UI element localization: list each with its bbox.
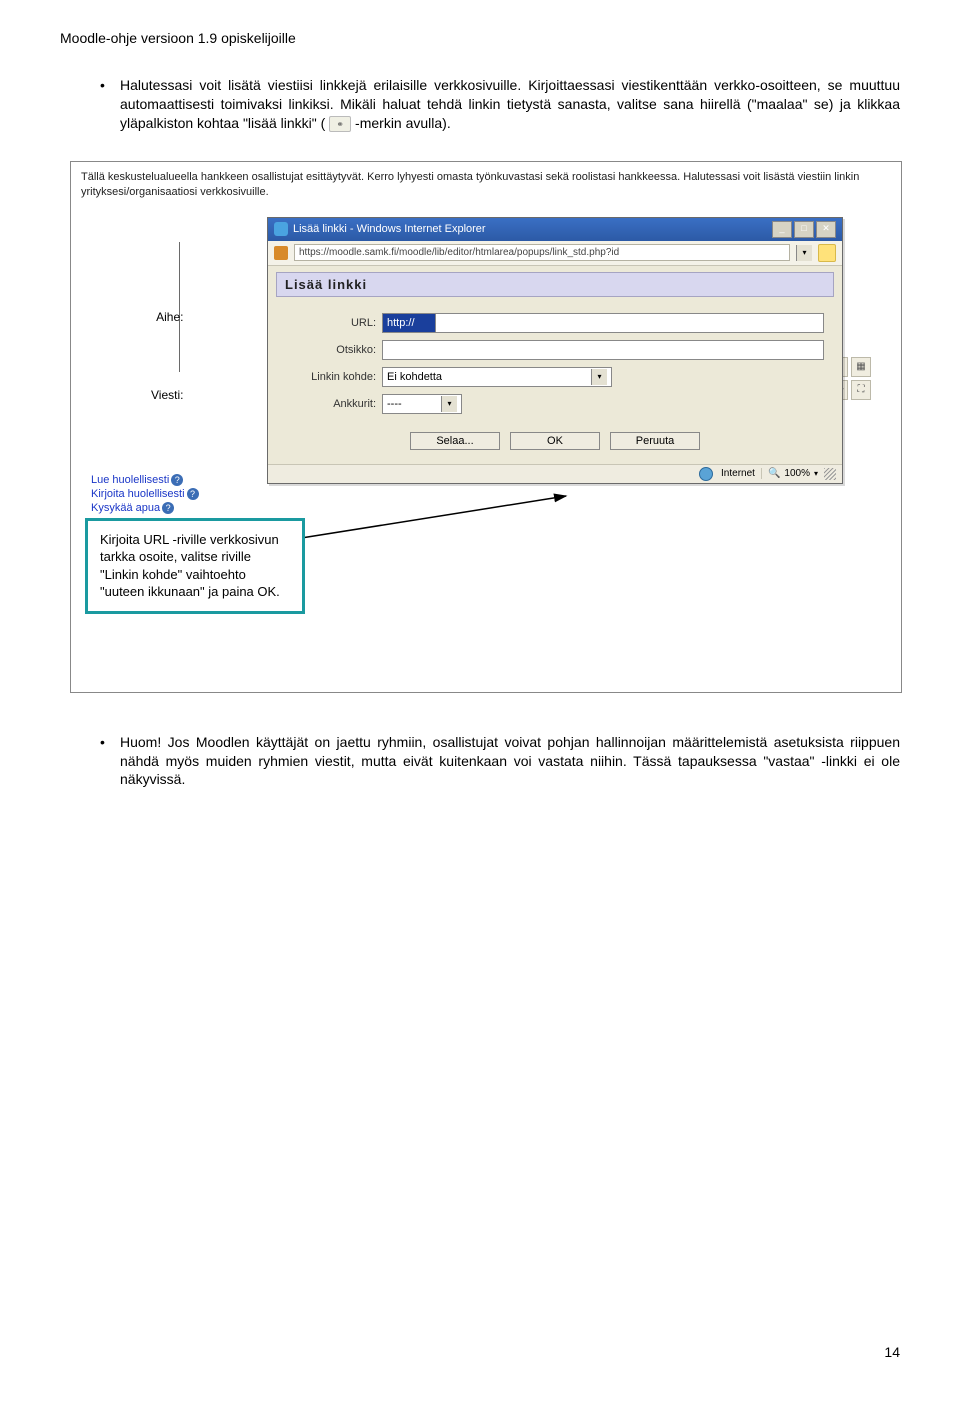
bullet-dot: • <box>100 733 120 790</box>
dialog-title: Lisää linkki - Windows Internet Explorer <box>293 223 486 235</box>
dialog-statusbar: Internet 🔍 100% ▾ <box>268 464 842 483</box>
bullet1-part1: Halutessasi voit lisätä viestiisi linkke… <box>120 77 900 131</box>
url-label: URL: <box>286 317 382 329</box>
title-input[interactable] <box>382 340 824 360</box>
chain-link-icon: ⚭ <box>329 116 351 132</box>
zone-label: Internet <box>721 468 755 479</box>
title-label: Otsikko: <box>286 344 382 356</box>
help-link-3[interactable]: Kysykää apua? <box>91 502 199 514</box>
help-link-1[interactable]: Lue huolellisesti? <box>91 474 199 486</box>
zoom-value: 100% <box>784 468 810 479</box>
label-viesti: Viesti: <box>151 388 183 402</box>
cancel-button[interactable]: Peruuta <box>610 432 700 450</box>
bullet-dot: • <box>100 76 120 133</box>
anchor-label: Ankkurit: <box>286 398 382 410</box>
url-input-rest[interactable] <box>436 313 824 333</box>
screenshot-area: Tällä keskustelualueella hankkeen osalli… <box>70 161 902 693</box>
address-input[interactable]: https://moodle.samk.fi/moodle/lib/editor… <box>294 244 790 261</box>
intro-text: Tällä keskustelualueella hankkeen osalli… <box>81 170 891 201</box>
bullet2-text: Huom! Jos Moodlen käyttäjät on jaettu ry… <box>120 733 900 790</box>
help-icon: ? <box>187 488 199 500</box>
bullet-item-2: • Huom! Jos Moodlen käyttäjät on jaettu … <box>100 733 900 790</box>
help-link-2[interactable]: Kirjoita huolellisesti? <box>91 488 199 500</box>
ie-icon <box>274 222 288 236</box>
anchor-select[interactable]: ---- ▾ <box>382 394 462 414</box>
maximize-button[interactable]: □ <box>794 221 814 238</box>
insert-link-dialog: Lisää linkki - Windows Internet Explorer… <box>267 217 843 484</box>
target-select[interactable]: Ei kohdetta ▾ <box>382 367 612 387</box>
page-header: Moodle-ohje versioon 1.9 opiskelijoille <box>60 30 900 46</box>
resize-grip[interactable] <box>824 468 836 480</box>
target-label: Linkin kohde: <box>286 371 382 383</box>
ok-button[interactable]: OK <box>510 432 600 450</box>
dialog-addressbar: https://moodle.samk.fi/moodle/lib/editor… <box>268 241 842 266</box>
help-icon: ? <box>171 474 183 486</box>
form-labels-left: Aihe: Viesti: <box>151 310 183 416</box>
fullscreen-icon[interactable]: ⛶ <box>851 380 871 400</box>
chevron-down-icon: ▾ <box>441 396 457 412</box>
chevron-down-icon: ▾ <box>591 369 607 385</box>
zoom-icon: 🔍 <box>768 468 780 479</box>
bullet1-part2: -merkin avulla). <box>355 115 451 131</box>
page-number: 14 <box>884 1344 900 1360</box>
shield-icon <box>274 246 288 260</box>
address-dropdown[interactable]: ▾ <box>796 245 812 261</box>
table-icon[interactable]: ▦ <box>851 357 871 377</box>
help-icon: ? <box>162 502 174 514</box>
help-links: Lue huolellisesti? Kirjoita huolellisest… <box>91 474 199 516</box>
callout-box: Kirjoita URL -riville verkkosivun tarkka… <box>85 518 305 614</box>
bullet-item-1: • Halutessasi voit lisätä viestiisi link… <box>100 76 900 133</box>
callout-arrow <box>276 492 596 562</box>
globe-icon <box>699 467 713 481</box>
dialog-titlebar: Lisää linkki - Windows Internet Explorer… <box>268 218 842 241</box>
browse-button[interactable]: Selaa... <box>410 432 500 450</box>
label-aihe: Aihe: <box>156 310 183 324</box>
bullet-text: Halutessasi voit lisätä viestiisi linkke… <box>120 76 900 133</box>
dialog-subtitle: Lisää linkki <box>276 272 834 297</box>
close-button[interactable]: ✕ <box>816 221 836 238</box>
lock-icon <box>818 244 836 262</box>
chevron-down-icon[interactable]: ▾ <box>814 469 818 478</box>
dialog-body: URL: http:// Otsikko: Linkin kohde: Ei k… <box>268 303 842 464</box>
minimize-button[interactable]: _ <box>772 221 792 238</box>
url-input[interactable]: http:// <box>382 313 436 333</box>
